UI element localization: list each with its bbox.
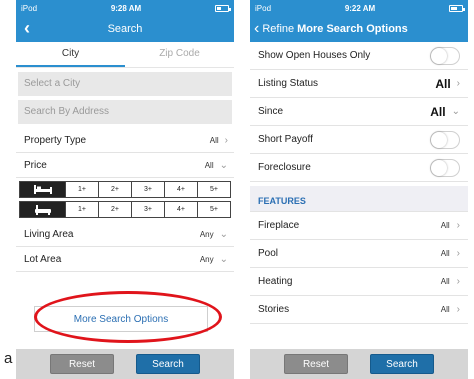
- back-chevron-icon: ‹: [254, 20, 260, 37]
- search-button[interactable]: Search: [370, 354, 434, 374]
- back-label: Refine: [262, 23, 295, 35]
- listing-status-row[interactable]: Listing Status All ›: [250, 70, 468, 98]
- property-type-row[interactable]: Property Type All ›: [16, 128, 234, 153]
- reset-button[interactable]: Reset: [50, 354, 114, 374]
- chevron-down-icon: ⌄: [451, 106, 460, 117]
- feature-label: Heating: [258, 276, 293, 287]
- open-houses-label: Show Open Houses Only: [258, 50, 371, 61]
- property-type-value: All: [209, 135, 219, 145]
- highlight-ellipse: [34, 291, 222, 343]
- bath-option[interactable]: 3+: [131, 202, 164, 217]
- chevron-right-icon: ›: [456, 220, 460, 231]
- feature-label: Pool: [258, 248, 279, 259]
- bath-option[interactable]: 5+: [197, 202, 230, 217]
- lot-area-value: Any: [199, 254, 214, 264]
- city-select[interactable]: Select a City: [18, 72, 232, 96]
- chevron-right-icon: ›: [456, 248, 460, 259]
- feature-value: All: [440, 305, 450, 314]
- address-search-input[interactable]: Search By Address: [18, 100, 232, 124]
- chevron-right-icon: ›: [456, 276, 460, 287]
- lot-area-label: Lot Area: [24, 253, 62, 265]
- feature-label: Stories: [258, 304, 290, 315]
- chevron-right-icon: ›: [456, 78, 460, 89]
- bottom-toolbar: Reset Search: [250, 349, 468, 379]
- status-bar: iPod 9:28 AM: [16, 0, 234, 16]
- short-payoff-toggle[interactable]: [430, 130, 460, 149]
- price-label: Price: [24, 159, 47, 171]
- more-search-options-screen: iPod 9:22 AM ‹ Refine More Search Option…: [250, 0, 468, 379]
- living-area-value: Any: [199, 229, 214, 239]
- feature-row-pool[interactable]: Pool All ›: [250, 240, 468, 268]
- listing-status-label: Listing Status: [258, 78, 319, 89]
- back-button[interactable]: ‹ Refine More Search Options: [250, 21, 408, 37]
- status-bar: iPod 9:22 AM: [250, 0, 468, 16]
- short-payoff-row: Short Payoff: [250, 126, 468, 154]
- living-area-row[interactable]: Living Area Any ⌄: [16, 222, 234, 247]
- bed-option[interactable]: 1+: [65, 182, 98, 197]
- nav-title: More Search Options: [297, 23, 408, 35]
- bathrooms-selector: 1+ 2+ 3+ 4+ 5+: [19, 201, 231, 218]
- status-time: 9:28 AM: [110, 3, 142, 13]
- chevron-down-icon: ⌄: [219, 253, 228, 265]
- carrier-label: iPod: [255, 3, 272, 13]
- feature-value: All: [440, 249, 450, 258]
- chevron-right-icon: ›: [456, 304, 460, 315]
- search-button[interactable]: Search: [136, 354, 200, 374]
- bed-option[interactable]: 2+: [98, 182, 131, 197]
- bath-option[interactable]: 4+: [164, 202, 197, 217]
- bathtub-icon: [20, 202, 65, 217]
- location-tabs: City Zip Code: [16, 42, 234, 68]
- feature-label: Fireplace: [258, 220, 300, 231]
- feature-row-fireplace[interactable]: Fireplace All ›: [250, 212, 468, 240]
- bottom-toolbar: Reset Search: [16, 349, 234, 379]
- feature-value: All: [440, 221, 450, 230]
- bed-option[interactable]: 5+: [197, 182, 230, 197]
- short-payoff-label: Short Payoff: [258, 134, 313, 145]
- nav-bar: ‹ Refine More Search Options: [250, 16, 468, 42]
- bed-icon: [20, 182, 65, 197]
- reset-button[interactable]: Reset: [284, 354, 348, 374]
- price-value: All: [204, 160, 214, 170]
- nav-title: Search: [107, 23, 143, 35]
- search-screen: iPod 9:28 AM ‹ Search City Zip Code Sele…: [16, 0, 234, 379]
- property-type-label: Property Type: [24, 134, 87, 146]
- open-houses-toggle[interactable]: [430, 46, 460, 65]
- bed-option[interactable]: 3+: [131, 182, 164, 197]
- feature-row-stories[interactable]: Stories All ›: [250, 296, 468, 324]
- bedrooms-selector: 1+ 2+ 3+ 4+ 5+: [19, 181, 231, 198]
- battery-icon: [449, 4, 465, 12]
- bath-option[interactable]: 2+: [98, 202, 131, 217]
- chevron-right-icon: ›: [224, 134, 228, 146]
- foreclosure-label: Foreclosure: [258, 162, 311, 173]
- feature-value: All: [440, 277, 450, 286]
- chevron-down-icon: ⌄: [219, 159, 228, 171]
- listing-status-value: All: [435, 76, 451, 91]
- battery-icon: [215, 4, 231, 12]
- chevron-down-icon: ⌄: [219, 228, 228, 240]
- bed-option[interactable]: 4+: [164, 182, 197, 197]
- features-section-header: FEATURES: [250, 186, 468, 212]
- since-value: All: [430, 104, 446, 119]
- stray-letter: a: [4, 350, 13, 367]
- carrier-label: iPod: [21, 3, 38, 13]
- living-area-label: Living Area: [24, 228, 74, 240]
- bath-option[interactable]: 1+: [65, 202, 98, 217]
- foreclosure-toggle[interactable]: [430, 158, 460, 177]
- foreclosure-row: Foreclosure: [250, 154, 468, 182]
- feature-row-heating[interactable]: Heating All ›: [250, 268, 468, 296]
- status-time: 9:22 AM: [344, 3, 376, 13]
- price-row[interactable]: Price All ⌄: [16, 153, 234, 178]
- open-houses-row: Show Open Houses Only: [250, 42, 468, 70]
- since-label: Since: [258, 106, 284, 117]
- tab-zip-code[interactable]: Zip Code: [125, 42, 234, 67]
- lot-area-row[interactable]: Lot Area Any ⌄: [16, 247, 234, 272]
- nav-bar: ‹ Search: [16, 16, 234, 42]
- tab-city[interactable]: City: [16, 42, 125, 67]
- since-row[interactable]: Since All ⌄: [250, 98, 468, 126]
